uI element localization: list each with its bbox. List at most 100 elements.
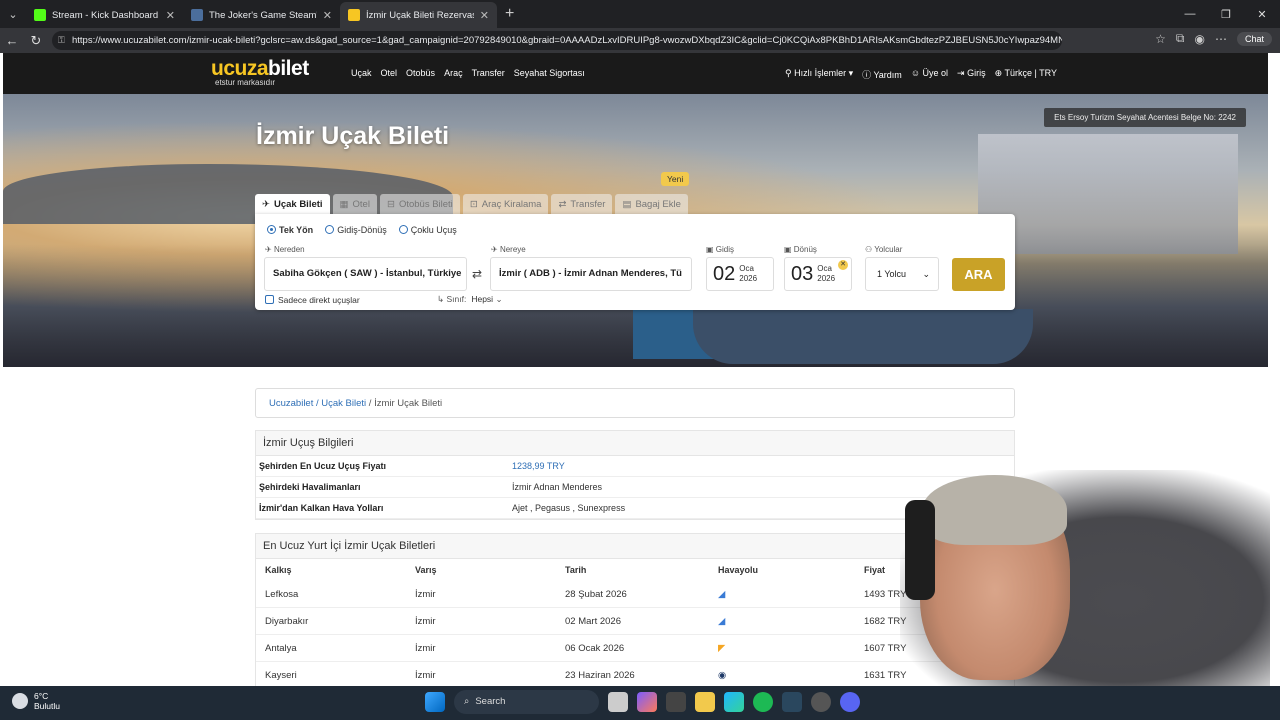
new-tab-button[interactable]: + [505,5,514,23]
login-label: Giriş [967,68,986,78]
breadcrumb-flights[interactable]: / Uçak Bileti [316,398,366,409]
login-link[interactable]: ⇥ Giriş [957,68,986,81]
tab-baggage[interactable]: ▤ Bagaj Ekle [615,194,688,214]
weather-widget[interactable]: 6°C Bulutlu [12,691,60,711]
to-label-text: Nereye [499,245,526,254]
breadcrumb-home[interactable]: Ucuzabilet [269,398,313,409]
cell-from: Kayseri [265,669,297,681]
trip-round[interactable]: Gidiş-Dönüş [325,225,387,235]
class-select[interactable]: ↳ Sınıf: Hepsi ⌄ [437,294,503,305]
help-icon: ⓘ [862,70,874,80]
tab-transfer[interactable]: ⇄ Transfer [551,194,613,214]
discord-icon[interactable] [840,692,860,712]
spotify-icon[interactable] [753,692,773,712]
nav-otobus[interactable]: Otobüs [406,68,435,78]
restore-icon[interactable]: ❐ [1208,0,1244,28]
close-icon[interactable]: ✕ [166,9,175,22]
browser-tab-ucuzabilet[interactable]: İzmir Uçak Bileti Rezervasyonu İçin ✕ [340,2,497,28]
info-key: İzmir'dan Kalkan Hava Yolları [259,503,384,513]
depart-date-field[interactable]: 02 Oca 2026 [706,257,774,291]
tab-hotel[interactable]: ▦ Otel [332,194,377,214]
hero-boat [693,309,1033,364]
help-link[interactable]: ⓘ Yardım [862,68,902,81]
site-info-icon[interactable]: ⚿ [58,31,65,50]
tab-flight[interactable]: ✈ Uçak Bileti [255,194,330,214]
search-icon: ⌕ [464,696,470,707]
favorites-icon[interactable]: ☆ [1155,32,1166,46]
close-window-icon[interactable]: ✕ [1244,0,1280,28]
tab-label: Uçak Bileti [273,198,323,210]
edge-icon[interactable] [724,692,744,712]
file-explorer-icon[interactable] [695,692,715,712]
depart-year: 2026 [739,274,758,283]
minimize-icon[interactable]: — [1172,0,1208,28]
tab-title: The Joker's Game Steam'de %17 İn [209,9,317,21]
tab-list-icon[interactable]: ⌄ [0,0,26,28]
nav-otel[interactable]: Otel [381,68,398,78]
tab-car-rental[interactable]: ⊡ Araç Kiralama [462,194,549,214]
new-badge: Yeni [661,172,690,186]
from-label: ✈ Nereden [265,245,305,254]
steam-icon [191,9,203,21]
info-key: Şehirdeki Havalimanları [259,482,361,492]
radio-icon [267,225,276,234]
pax-label: ⚇ Yolcular [865,245,903,254]
copilot-icon[interactable] [637,692,657,712]
store-icon[interactable] [666,692,686,712]
baggage-icon: ▤ [622,198,632,210]
direct-flights-checkbox[interactable]: Sadece direkt uçuşlar [265,295,360,305]
nav-ucak[interactable]: Uçak [351,68,372,78]
browser-tab-steam[interactable]: The Joker's Game Steam'de %17 İn ✕ [183,2,340,28]
to-input[interactable]: İzmir ( ADB ) - İzmir Adnan Menderes, Tü [490,257,692,291]
back-icon[interactable]: ← [0,33,24,48]
globe-icon: ⊕ [994,68,1005,78]
hero-city [978,134,1238,254]
swap-icon[interactable]: ⇄ [472,267,482,281]
task-view-icon[interactable] [608,692,628,712]
breadcrumb-current: / İzmir Uçak Bileti [368,398,443,409]
logo-text-a: ucuza [211,57,269,80]
obs-icon[interactable] [811,692,831,712]
tab-label: Bagaj Ekle [635,198,681,210]
close-icon[interactable]: ✕ [323,9,332,22]
nav-arac[interactable]: Araç [444,68,463,78]
trip-one-way[interactable]: Tek Yön [267,225,313,235]
language-label: Türkçe | TRY [1004,68,1057,78]
to-label: ✈ Nereye [491,245,526,254]
steam-taskbar-icon[interactable] [782,692,802,712]
nav-transfer[interactable]: Transfer [472,68,505,78]
profile-icon[interactable]: ◉ [1195,32,1205,46]
close-icon[interactable]: ✕ [480,9,489,22]
ajet-icon: ◢ [718,615,726,627]
trip-multi[interactable]: Çoklu Uçuş [398,225,457,235]
from-input[interactable]: Sabiha Gökçen ( SAW ) - İstanbul, Türkiy… [264,257,467,291]
taskbar-search[interactable]: ⌕ Search [454,690,599,714]
url-field[interactable]: ⚿ https://www.ucuzabilet.com/izmir-ucak-… [52,31,1062,50]
bus-icon: ⊟ [386,198,395,210]
chevron-down-icon: ⌄ [495,294,503,304]
browser-tab-kick[interactable]: Stream - Kick Dashboard ✕ [26,2,183,28]
window-controls: — ❐ ✕ [1172,0,1280,28]
cheapest-price-link[interactable]: 1238,99 TRY [512,461,565,471]
tab-bus[interactable]: ⊟ Otobüs Bileti [379,194,460,214]
weather-desc: Bulutlu [34,701,60,711]
trip-label: Gidiş-Dönüş [337,225,387,235]
col-header: Fiyat [864,565,886,575]
signup-link[interactable]: ☺ Üye ol [911,68,948,81]
language-currency-link[interactable]: ⊕ Türkçe | TRY [995,68,1057,81]
tab-label: Transfer [570,198,606,210]
tab-title: Stream - Kick Dashboard [52,9,159,21]
col-header: Havayolu [718,565,759,575]
more-icon[interactable]: ⋯ [1215,32,1227,46]
copilot-chat-button[interactable]: Chat [1236,31,1272,46]
passenger-select[interactable]: 1 Yolcu ⌄ [865,257,939,291]
airlines-links[interactable]: Ajet , Pegasus , Sunexpress [512,503,625,513]
search-button[interactable]: ARA [952,258,1005,291]
nav-sigorta[interactable]: Seyahat Sigortası [514,68,585,78]
windows-start-icon[interactable] [425,692,445,712]
clear-return-icon[interactable]: ✕ [838,260,848,270]
quick-actions-link[interactable]: ⚲ Hızlı İşlemler ▾ [785,68,853,81]
reload-icon[interactable]: ↻ [24,33,48,49]
ucuzabilet-logo[interactable]: ucuzabilet etstur markasıdır [211,57,309,88]
collections-icon[interactable]: ⧉ [1176,31,1185,46]
